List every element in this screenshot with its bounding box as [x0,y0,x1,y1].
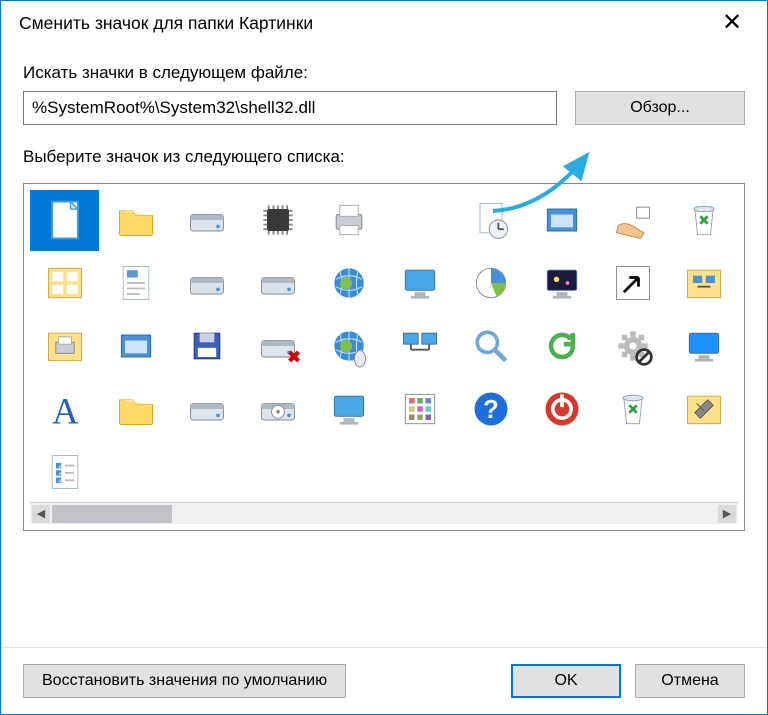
refresh-icon[interactable] [527,316,596,377]
run-hand-icon[interactable] [598,190,667,251]
recent-docs-icon[interactable] [456,190,525,251]
printer-folder-icon[interactable] [30,316,99,377]
svg-text:✖: ✖ [287,348,300,366]
icon-list: ✖ A? ✓✓✓ ◀ ▶ [23,183,745,531]
dialog-footer: Восстановить значения по умолчанию OK От… [1,647,767,714]
network-folder-icon[interactable] [669,253,738,314]
restore-defaults-button[interactable]: Восстановить значения по умолчанию [23,664,346,698]
scroll-track[interactable] [52,505,716,523]
svg-text:✓: ✓ [57,476,63,485]
recycle-bin-icon[interactable] [669,190,738,251]
drive-blue-icon[interactable] [172,378,241,439]
folder-open-icon[interactable] [101,378,170,439]
recycle-full-icon[interactable] [598,378,667,439]
window-icon[interactable] [527,190,596,251]
globe-icon[interactable] [314,253,383,314]
dialog-body: Искать значки в следующем файле: Обзор..… [1,45,767,647]
network-drive-icon[interactable] [243,253,312,314]
tools-folder-icon[interactable] [669,378,738,439]
cd-drive-icon[interactable] [243,378,312,439]
floppy-drive-icon[interactable] [172,253,241,314]
screensaver-icon[interactable] [527,253,596,314]
monitor-icon[interactable] [385,253,454,314]
browse-button[interactable]: Обзор... [575,91,745,125]
programs-icon[interactable] [385,378,454,439]
icon-grid: ✖ A? ✓✓✓ [30,190,738,502]
pie-chart-icon[interactable] [456,253,525,314]
folder-icon[interactable] [101,190,170,251]
globe-mouse-icon[interactable] [314,316,383,377]
dialog-window: Сменить значок для папки Картинки ✕ Иска… [0,0,768,715]
titlebar: Сменить значок для папки Картинки ✕ [1,1,767,45]
floppy-icon[interactable] [172,316,241,377]
scroll-right-icon[interactable]: ▶ [718,505,736,523]
text-doc-icon[interactable] [101,253,170,314]
empty-icon[interactable] [385,190,454,251]
scroll-left-icon[interactable]: ◀ [32,505,50,523]
svg-text:?: ? [483,396,499,424]
scroll-thumb[interactable] [52,505,172,523]
window-title: Сменить значок для папки Картинки [19,13,313,34]
close-icon[interactable]: ✕ [709,11,755,35]
svg-text:A: A [52,390,79,430]
drive-icon[interactable] [172,190,241,251]
pc-icon[interactable] [314,378,383,439]
search-label: Искать значки в следующем файле: [23,63,745,83]
chip-icon[interactable] [243,190,312,251]
control-panel-icon[interactable] [30,253,99,314]
network-pc-icon[interactable] [385,316,454,377]
h-scrollbar[interactable]: ◀ ▶ [30,502,738,524]
font-icon[interactable]: A [30,378,99,439]
shortcut-arrow-icon[interactable] [598,253,667,314]
checklist-icon[interactable]: ✓✓✓ [30,441,99,502]
drive-error-icon[interactable]: ✖ [243,316,312,377]
blank-file-icon[interactable] [30,190,99,251]
choose-label: Выберите значок из следующего списка: [23,147,745,167]
gear-disabled-icon[interactable] [598,316,667,377]
power-icon[interactable] [527,378,596,439]
app-window-icon[interactable] [101,316,170,377]
path-input[interactable] [23,91,557,125]
printer-icon[interactable] [314,190,383,251]
path-row: Обзор... [23,91,745,125]
desktop-icon[interactable] [669,316,738,377]
help-icon[interactable]: ? [456,378,525,439]
ok-button[interactable]: OK [511,664,621,698]
cancel-button[interactable]: Отмена [635,664,745,698]
search-icon[interactable] [456,316,525,377]
